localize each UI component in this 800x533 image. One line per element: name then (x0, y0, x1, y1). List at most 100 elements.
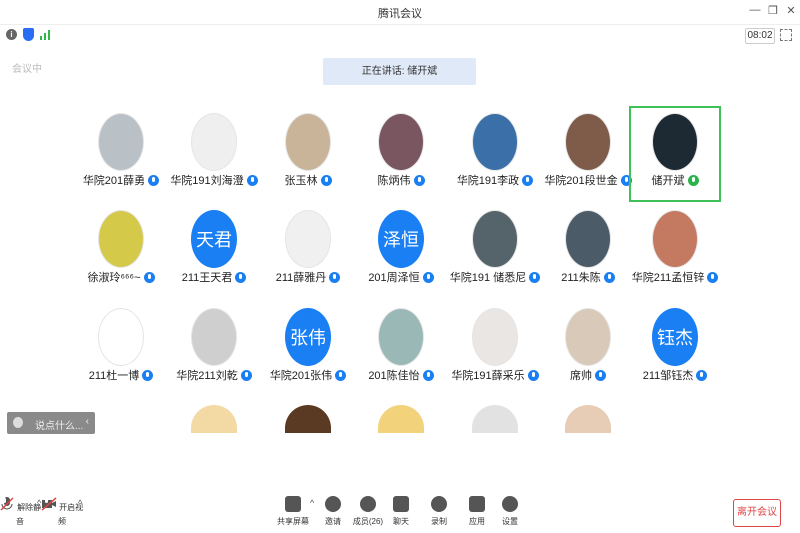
avatar (565, 113, 611, 171)
emoji-icon[interactable] (13, 417, 23, 428)
fullscreen-icon[interactable] (780, 29, 792, 41)
minimize-icon[interactable]: — (748, 4, 762, 16)
microphone-icon (422, 272, 434, 283)
microphone-icon (707, 272, 719, 283)
participant-tile[interactable]: 泽恒 201周泽恒 (355, 203, 447, 299)
participant-name: 华院201段世金 (544, 175, 618, 187)
participant-tile[interactable]: 华院191 储悉尼 (449, 203, 541, 299)
microphone-icon (235, 272, 247, 283)
participant-name: 201周泽恒 (368, 272, 420, 284)
avatar: 张伟 (285, 308, 331, 366)
participant-tile[interactable]: 张玉林 (262, 106, 354, 202)
participant-name: 211朱陈 (561, 272, 601, 284)
participant-tile[interactable]: 储开斌 (629, 106, 721, 202)
participant-name: 华院191刘海澄 (170, 175, 244, 187)
microphone-icon (143, 272, 155, 283)
settings-button[interactable]: 设置 (488, 496, 532, 527)
participant-tile[interactable]: 华院211孟恒锌 (629, 203, 721, 299)
participant-name: 华院211刘乾 (176, 370, 238, 382)
microphone-icon (687, 175, 699, 186)
shield-icon[interactable] (23, 28, 34, 41)
participant-tile[interactable]: 华院191李政 (449, 106, 541, 202)
bottom-toolbar: 解除静音 ^ 开启视频 ^ 共享屏幕 ^ 邀请 成员(26) 聊天 录制 应用 … (0, 488, 800, 533)
participant-name: 陈炳伟 (377, 175, 411, 187)
participant-name-row: 华院211孟恒锌 (619, 269, 731, 285)
avatar (285, 210, 331, 268)
avatar (472, 405, 518, 433)
avatar (652, 113, 698, 171)
avatar (652, 210, 698, 268)
restore-icon[interactable]: ❐ (766, 4, 780, 17)
chevron-up-icon[interactable]: ^ (78, 498, 82, 508)
chat-icon (393, 496, 409, 512)
participant-tile[interactable]: 211薛雅丹 (262, 203, 354, 299)
participant-name: 华院191 储悉尼 (449, 272, 527, 284)
microphone-icon (413, 175, 425, 186)
close-icon[interactable]: ✕ (784, 4, 798, 17)
gear-icon (502, 496, 518, 512)
participant-name: 211邹钰杰 (642, 370, 694, 382)
window-title: 腾讯会议 (378, 8, 422, 20)
microphone-icon (422, 370, 434, 381)
participant-name: 席帅 (570, 370, 592, 382)
avatar: 泽恒 (378, 210, 424, 268)
microphone-icon (320, 175, 332, 186)
avatar (191, 113, 237, 171)
participant-tile[interactable]: 211杜一博 (75, 301, 167, 397)
participant-tile[interactable]: 张伟华院201张伟 (262, 301, 354, 397)
share-screen-icon (285, 496, 301, 512)
participant-name-row: 211邹钰杰 (619, 367, 731, 383)
participant-name: 211薛雅丹 (275, 272, 327, 284)
microphone-icon (595, 370, 606, 381)
record-label: 录制 (431, 517, 447, 526)
avatar (285, 405, 331, 433)
participant-name: 华院211孟恒锌 (631, 272, 705, 284)
participant-name: 储开斌 (651, 175, 685, 187)
participant-name: 华院201张伟 (269, 370, 333, 382)
participant-name-row: 储开斌 (621, 172, 729, 188)
avatar (285, 113, 331, 171)
participant-tile[interactable]: 华院191薛采乐 (449, 301, 541, 397)
chat-input[interactable]: 说点什么... ‹ (7, 412, 95, 434)
unmute-button[interactable]: 解除静音 (0, 496, 42, 527)
avatar (378, 308, 424, 366)
participant-name: 211杜一博 (88, 370, 140, 382)
avatar (565, 405, 611, 433)
settings-label: 设置 (502, 517, 518, 526)
watermark-label: 会议中 (12, 64, 42, 75)
participant-name: 华院201薛勇 (82, 175, 146, 187)
avatar (98, 210, 144, 268)
participant-tile[interactable]: 钰杰 211邹钰杰 (629, 301, 721, 397)
avatar: 天君 (191, 210, 237, 268)
participant-tile[interactable]: 陈炳伟 (355, 106, 447, 202)
leave-meeting-button[interactable]: 离开会议 (733, 499, 781, 527)
avatar (191, 308, 237, 366)
avatar (565, 210, 611, 268)
participant-tile[interactable]: 华院201薛勇 (75, 106, 167, 202)
avatar (565, 308, 611, 366)
avatar: 钰杰 (652, 308, 698, 366)
participant-tile[interactable]: 徐淑玲⁶⁶⁶~ (75, 203, 167, 299)
chat-label: 聊天 (393, 517, 409, 526)
participant-tile[interactable]: 华院211刘乾 (168, 301, 260, 397)
speaking-banner: 正在讲话: 储开斌 (323, 58, 476, 85)
add-user-icon (325, 496, 341, 512)
participant-name: 211王天君 (181, 272, 233, 284)
microphone-icon (603, 272, 615, 283)
signal-icon[interactable] (40, 28, 53, 40)
video-off-icon (41, 496, 57, 512)
collapse-chevron-icon[interactable]: ‹ (86, 416, 89, 427)
participant-name: 张玉林 (284, 175, 318, 187)
avatar (378, 113, 424, 171)
share-label: 共享屏幕 (277, 517, 309, 526)
participant-tile[interactable]: 天君 211王天君 (168, 203, 260, 299)
avatar (191, 405, 237, 433)
microphone-icon (329, 272, 341, 283)
share-screen-button[interactable]: 共享屏幕 (271, 496, 315, 527)
participant-tile[interactable]: 华院191刘海澄 (168, 106, 260, 202)
participant-tile[interactable]: 201陈佳怡 (355, 301, 447, 397)
microphone-icon (696, 370, 708, 381)
meeting-timer: 08:02 (745, 28, 775, 44)
apps-label: 应用 (469, 517, 485, 526)
info-icon[interactable]: i (6, 29, 17, 40)
